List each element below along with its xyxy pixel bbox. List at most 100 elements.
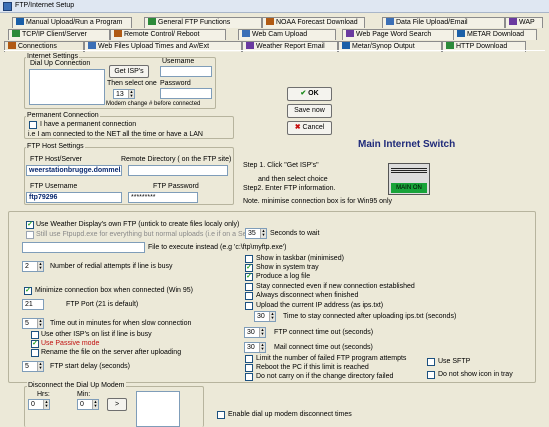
minimize-label: Minimize connection box when connected (… <box>35 287 193 294</box>
tab-icon <box>242 30 250 37</box>
logfile-checkbox[interactable] <box>245 273 253 281</box>
username-input[interactable] <box>160 66 212 77</box>
remote-dir-label: Remote Directory ( on the FTP site) <box>121 156 232 163</box>
title-bar: FTP/Internet Setup <box>0 0 549 13</box>
tab-label: TCP/IP Client/Server <box>22 31 87 38</box>
min-label: Min: <box>77 391 91 398</box>
tab-row1-1[interactable]: General FTP Functions <box>144 17 262 28</box>
app-icon <box>3 2 12 11</box>
main-switch-title: Main Internet Switch <box>358 139 456 150</box>
passive-mode-label: Use Passive mode <box>41 340 100 347</box>
ok-button[interactable]: ✔ OK <box>287 87 332 101</box>
start-delay-spinner[interactable]: 5 ▲ ▼ <box>22 361 44 372</box>
use-wd-ftp-checkbox[interactable] <box>26 221 34 229</box>
disconnect-times-list[interactable] <box>136 391 180 427</box>
stay-connected-label: Stay connected even if new connection es… <box>256 283 415 290</box>
rename-checkbox[interactable] <box>31 349 39 357</box>
permanent-label: I have a permanent connection <box>40 121 137 128</box>
taskbar-label: Show in taskbar (minimised) <box>256 255 344 262</box>
passive-mode-checkbox[interactable] <box>31 340 39 348</box>
cancel-button[interactable]: ✖ Cancel <box>287 121 332 135</box>
hrs-label: Hrs: <box>37 391 50 398</box>
file-execute-input[interactable] <box>22 242 145 253</box>
still-use-checkbox[interactable] <box>26 231 34 239</box>
limit-failed-checkbox[interactable] <box>245 355 253 363</box>
min-spinner[interactable]: 0 ▲ ▼ <box>77 399 99 410</box>
get-isps-button[interactable]: Get ISP's <box>109 65 149 78</box>
tab-label: HTTP Download <box>456 43 508 50</box>
tab-icon <box>246 42 254 49</box>
redial-label: Number of redial attempts if line is bus… <box>50 263 173 270</box>
stay-connected-checkbox[interactable] <box>245 283 253 291</box>
no-tray-icon-checkbox[interactable] <box>427 371 435 379</box>
add-time-button[interactable]: > <box>107 398 127 411</box>
timeout-spinner[interactable]: 5 ▲ ▼ <box>22 318 44 329</box>
stay-time-spinner[interactable]: 30 ▲ ▼ <box>254 311 276 322</box>
step1-text: Step 1. Click "Get ISP's" <box>243 162 319 169</box>
ftp-password-input[interactable]: ********* <box>128 192 198 203</box>
cancel-icon: ✖ <box>294 124 301 131</box>
minimize-checkbox[interactable] <box>24 287 32 295</box>
mail-timeout-spinner[interactable]: 30 ▲ ▼ <box>244 342 266 353</box>
tab-row1-2[interactable]: NOAA Forecast Download <box>262 17 365 28</box>
tab-row1-3[interactable]: Data File Upload/Email <box>382 17 505 28</box>
tab-label: Web Cam Upload <box>252 31 308 38</box>
tab-icon <box>88 42 96 49</box>
tab-label: METAR Download <box>467 31 525 38</box>
ftp-port-input[interactable]: 21 <box>22 299 44 310</box>
tab-label: Data File Upload/Email <box>396 19 468 26</box>
redial-spinner[interactable]: 2 ▲ ▼ <box>22 261 44 272</box>
password-label: Password <box>160 80 191 87</box>
ftp-username-input[interactable]: ftp79296 <box>26 192 122 203</box>
ftp-host-input[interactable]: weerstationbrugge.dommel.t <box>26 165 122 176</box>
taskbar-checkbox[interactable] <box>245 255 253 263</box>
tab-row2-0[interactable]: TCP/IP Client/Server <box>8 29 110 40</box>
ftp-timeout-spinner[interactable]: 30 ▲ ▼ <box>244 327 266 338</box>
tab-row2-3[interactable]: Web Page Word Search <box>342 29 464 40</box>
window-title: FTP/Internet Setup <box>15 2 75 9</box>
still-use-label: Still use Ftpupd.exe for everything but … <box>36 231 261 238</box>
tab-row1-0[interactable]: Manual Upload/Run a Program <box>12 17 132 28</box>
tab-row2-1[interactable]: Remote Control/ Reboot <box>110 29 226 40</box>
tab-label: Weather Report Email <box>256 43 325 50</box>
tab-icon <box>446 42 454 49</box>
enable-disconnect-checkbox[interactable] <box>217 411 225 419</box>
tab-label: Web Files Upload Times and Av/Ext <box>98 43 210 50</box>
permanent-title: Permanent Connection <box>26 112 100 119</box>
tab-icon <box>386 18 394 25</box>
no-carry-checkbox[interactable] <box>245 373 253 381</box>
internet-settings-title: Internet Settings <box>26 53 79 60</box>
tab-icon <box>342 42 350 49</box>
file-execute-label: File to execute instead (e.g 'c:\ftp\myf… <box>148 244 287 251</box>
systray-label: Show in system tray <box>256 264 319 271</box>
tab-row1-4[interactable]: WAP <box>505 17 543 28</box>
hrs-spinner[interactable]: 0 ▲ ▼ <box>28 399 50 410</box>
tab-label: Remote Control/ Reboot <box>124 31 200 38</box>
tab-row2-2[interactable]: Web Cam Upload <box>238 29 336 40</box>
tab-icon <box>346 30 354 37</box>
main-on-label: MAIN ON <box>391 183 427 193</box>
save-now-button[interactable]: Save now <box>287 104 332 118</box>
main-switch[interactable]: MAIN ON <box>388 163 430 195</box>
always-disconnect-checkbox[interactable] <box>245 292 253 300</box>
isp-select[interactable]: 13 ▲ ▼ <box>113 89 135 99</box>
tab-row2-4[interactable]: METAR Download <box>453 29 537 40</box>
rename-label: Rename the file on the server after uplo… <box>41 349 182 356</box>
remote-dir-input[interactable] <box>128 165 228 176</box>
permanent-checkbox[interactable] <box>29 121 37 129</box>
logfile-label: Produce a log file <box>256 273 311 280</box>
upload-ip-checkbox[interactable] <box>245 302 253 310</box>
no-carry-label: Do not carry on if the change directory … <box>256 373 394 380</box>
step1b-text: and then select choice <box>258 176 328 183</box>
use-other-isps-checkbox[interactable] <box>31 331 39 339</box>
sftp-checkbox[interactable] <box>427 358 435 366</box>
systray-checkbox[interactable] <box>245 264 253 272</box>
dialup-listbox[interactable] <box>29 69 105 105</box>
tab-label: NOAA Forecast Download <box>276 19 358 26</box>
ftp-host-label: FTP Host/Server <box>30 156 82 163</box>
seconds-spinner[interactable]: 35 ▲ ▼ <box>245 228 267 239</box>
ftp-host-title: FTP Host Settings <box>26 143 85 150</box>
timeout-label: Time out in minutes for when slow connec… <box>50 320 192 327</box>
reboot-checkbox[interactable] <box>245 364 253 372</box>
password-input[interactable] <box>160 88 212 99</box>
